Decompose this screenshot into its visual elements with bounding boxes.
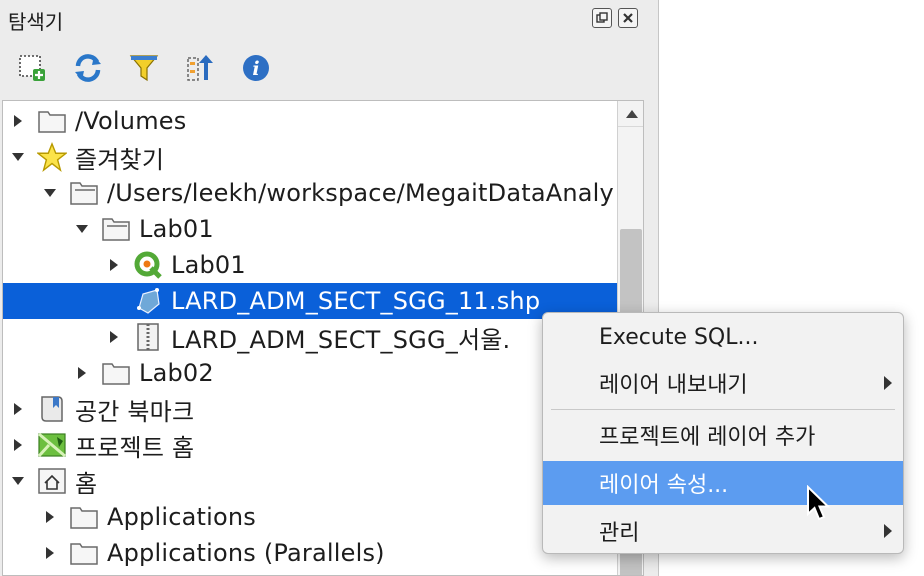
context-menu: Execute SQL... 레이어 내보내기 프로젝트에 레이어 추가 레이어… — [542, 312, 904, 554]
tree-row[interactable]: LARD_ADM_SECT_SGG_서울. — [3, 319, 617, 355]
expand-arrow-icon[interactable] — [9, 436, 27, 454]
tree-row[interactable]: LARD_ADM_SECT_SGG_11.shp — [3, 283, 617, 319]
submenu-arrow-icon — [884, 376, 892, 390]
menu-item-label: 프로젝트에 레이어 추가 — [599, 425, 816, 450]
tree-row-label: Lab02 — [139, 359, 214, 387]
browser-toolbar: i — [14, 50, 274, 86]
panel-title-buttons — [592, 8, 638, 28]
expand-arrow-icon[interactable] — [41, 544, 59, 562]
collapse-all-icon — [187, 55, 213, 81]
tree-row[interactable]: 프로젝트 홈 — [3, 427, 617, 463]
folder-icon — [101, 358, 131, 388]
add-layer-icon — [19, 55, 45, 81]
menu-separator — [551, 409, 895, 410]
star-icon — [37, 141, 67, 172]
tree-row-label: /Users/leekh/workspace/MegaitDataAnaly — [107, 179, 614, 207]
menu-item-label: 레이어 내보내기 — [599, 373, 748, 398]
tree-row-label: /Volumes — [75, 107, 187, 135]
expand-arrow-icon[interactable] — [105, 256, 123, 274]
menu-item-layer-properties[interactable]: 레이어 속성... — [543, 461, 903, 505]
collapse-all-button[interactable] — [182, 50, 218, 86]
svg-text:i: i — [252, 58, 259, 80]
menu-item-label: 레이어 속성... — [599, 473, 729, 498]
collapse-arrow-icon[interactable] — [41, 184, 59, 202]
filter-icon — [129, 55, 159, 82]
polygon-layer-icon — [133, 286, 163, 316]
refresh-button[interactable] — [70, 50, 106, 86]
menu-item-label: Execute SQL... — [599, 324, 759, 350]
collapse-arrow-icon[interactable] — [9, 472, 27, 490]
tree-row-label: Applications (Parallels) — [107, 539, 385, 567]
tree-row-label: LARD_ADM_SECT_SGG_서울. — [171, 325, 511, 354]
tree-row[interactable]: Lab01 — [3, 247, 617, 283]
tree-row-label: 홈 — [75, 469, 98, 498]
refresh-icon — [75, 54, 101, 82]
tree-row-label: 프로젝트 홈 — [75, 433, 195, 462]
expand-arrow-icon[interactable] — [9, 112, 27, 130]
qgis-project-icon — [133, 250, 163, 280]
tree-row[interactable]: 즐겨찾기 — [3, 139, 617, 175]
tree-row[interactable]: Lab01 — [3, 211, 617, 247]
tree-row[interactable]: 공간 북마크 — [3, 391, 617, 427]
add-layer-button[interactable] — [14, 50, 50, 86]
expand-arrow-icon[interactable] — [41, 508, 59, 526]
zip-icon — [133, 322, 163, 352]
close-icon — [623, 13, 633, 23]
menu-item-export-layer[interactable]: 레이어 내보내기 — [543, 361, 903, 405]
tree-row-label: Lab01 — [171, 251, 246, 279]
scroll-up-button[interactable] — [618, 101, 643, 127]
info-icon: i — [243, 55, 269, 81]
folder-icon — [37, 106, 67, 136]
tree-row-label: LARD_ADM_SECT_SGG_11.shp — [171, 287, 541, 315]
tree-row[interactable]: Lab02 — [3, 355, 617, 391]
project-home-icon — [37, 430, 67, 460]
collapse-arrow-icon[interactable] — [73, 220, 91, 238]
menu-item-execute-sql[interactable]: Execute SQL... — [543, 315, 903, 359]
tree-row[interactable]: Applications — [3, 499, 617, 535]
menu-item-label: 관리 — [599, 521, 640, 546]
expand-arrow-icon[interactable] — [9, 400, 27, 418]
menu-item-manage[interactable]: 관리 — [543, 509, 903, 553]
no-arrow-spacer — [105, 292, 123, 310]
tree-row[interactable]: Applications (Parallels) — [3, 535, 617, 571]
float-icon — [596, 12, 608, 23]
tree-row[interactable]: /Volumes — [3, 103, 617, 139]
float-panel-button[interactable] — [592, 8, 612, 28]
filter-button[interactable] — [126, 50, 162, 86]
collapse-arrow-icon[interactable] — [9, 148, 27, 166]
submenu-arrow-icon — [884, 524, 892, 538]
folder-open-icon — [69, 178, 99, 208]
close-panel-button[interactable] — [618, 8, 638, 28]
folder-open-icon — [101, 214, 131, 244]
tree-row-label: Lab01 — [139, 215, 214, 243]
tree-row-label: 즐겨찾기 — [75, 145, 165, 174]
mouse-pointer-icon — [807, 485, 831, 521]
menu-item-add-layer-to-project[interactable]: 프로젝트에 레이어 추가 — [543, 413, 903, 457]
tree-row[interactable]: 홈 — [3, 463, 617, 499]
tree-row[interactable]: /Users/leekh/workspace/MegaitDataAnaly — [3, 175, 617, 211]
triangle-up-icon — [625, 109, 638, 118]
expand-arrow-icon[interactable] — [73, 364, 91, 382]
info-button[interactable]: i — [238, 50, 274, 86]
expand-arrow-icon[interactable] — [105, 328, 123, 346]
bookmark-icon — [37, 394, 67, 424]
folder-icon — [69, 538, 99, 568]
folder-icon — [69, 502, 99, 532]
panel-title: 탐색기 — [8, 10, 64, 34]
home-icon — [37, 466, 67, 496]
tree-row-label: 공간 북마크 — [75, 397, 195, 426]
tree-row-label: Applications — [107, 503, 257, 531]
